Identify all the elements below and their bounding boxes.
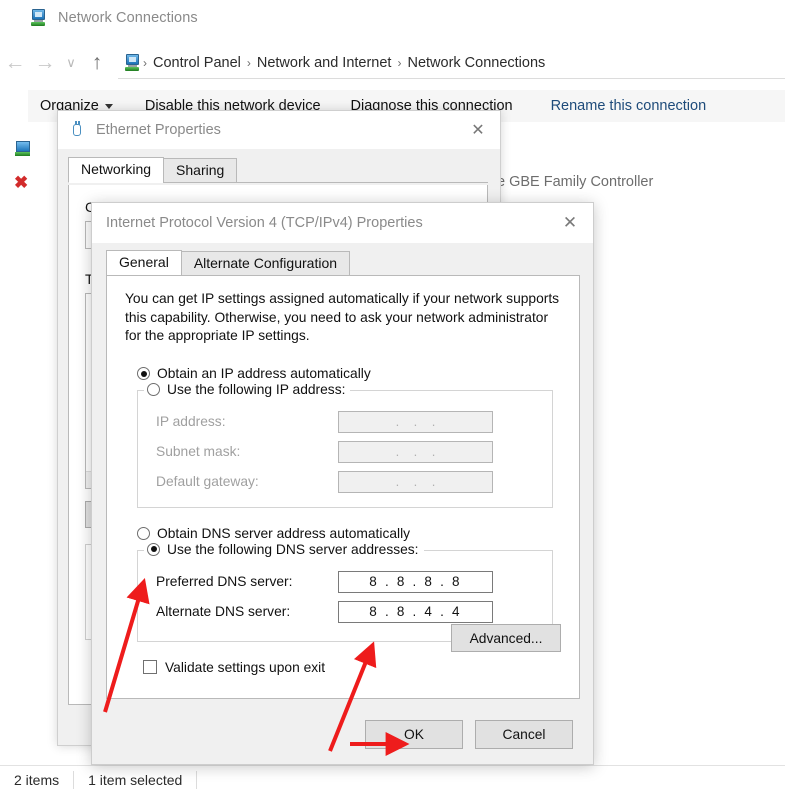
status-bar: 2 items 1 item selected (0, 765, 785, 794)
ipv4-properties-dialog: Internet Protocol Version 4 (TCP/IPv4) P… (91, 202, 594, 765)
recent-locations-icon[interactable]: ∨ (60, 56, 82, 69)
ipv4-dialog-tabs: General Alternate Configuration (106, 249, 580, 276)
navigation-bar: ← → ∨ ↑ › Control Panel › Network and In… (0, 40, 785, 85)
alternate-dns-label: Alternate DNS server: (156, 604, 291, 619)
default-gateway-row: Default gateway: . . . (138, 467, 552, 497)
use-following-ip-radio[interactable] (147, 382, 160, 396)
cancel-button[interactable]: Cancel (475, 719, 573, 749)
use-following-ip-label: Use the following IP address: (167, 381, 346, 397)
back-icon[interactable]: ← (0, 52, 30, 73)
validate-settings-checkbox[interactable] (143, 660, 157, 674)
ip-address-input[interactable]: . . . (338, 410, 493, 433)
up-icon[interactable]: ↑ (82, 52, 112, 73)
validate-settings-option[interactable]: Validate settings upon exit (143, 660, 561, 675)
use-following-dns-label: Use the following DNS server addresses: (167, 541, 419, 557)
tab-alternate-configuration[interactable]: Alternate Configuration (180, 251, 351, 276)
ipv4-dialog-footer: OK Cancel (92, 704, 593, 764)
breadcrumb[interactable]: › Control Panel › Network and Internet ›… (118, 46, 785, 79)
subnet-mask-row: Subnet mask: . . . (138, 437, 552, 467)
tab-networking[interactable]: Networking (68, 157, 165, 183)
list-item[interactable]: ✖ (14, 174, 34, 194)
preferred-dns-input[interactable]: 8 . 8 . 8 . 8 (338, 570, 493, 593)
ethernet-dialog-tabs: Networking Sharing (68, 157, 488, 183)
list-item[interactable] (14, 140, 34, 160)
close-icon[interactable]: ✕ (547, 203, 593, 243)
ethernet-dialog-title: Ethernet Properties (96, 122, 221, 138)
preferred-dns-row: Preferred DNS server: 8 . 8 . 8 . 8 (138, 567, 552, 597)
breadcrumb-network-connections-icon (124, 53, 142, 72)
subnet-mask-label: Subnet mask: (156, 444, 241, 459)
breadcrumb-item-network-connections[interactable]: Network Connections (402, 55, 550, 71)
obtain-dns-automatically-radio[interactable] (137, 527, 150, 540)
breadcrumb-item-control-panel[interactable]: Control Panel (148, 55, 246, 71)
obtain-ip-automatically-radio[interactable] (137, 367, 150, 380)
intro-text: You can get IP settings assigned automat… (125, 291, 560, 343)
disconnected-icon: ✖ (14, 173, 29, 192)
ipv4-dialog-title: Internet Protocol Version 4 (TCP/IPv4) P… (106, 215, 423, 231)
ethernet-dialog-title-bar: Ethernet Properties ✕ (58, 111, 500, 149)
status-selection: 1 item selected (73, 771, 198, 789)
ipv4-dialog-title-bar: Internet Protocol Version 4 (TCP/IPv4) P… (92, 203, 593, 243)
connections-list: ✖ (14, 140, 48, 210)
breadcrumb-item-network-and-internet[interactable]: Network and Internet (252, 55, 397, 71)
manual-ip-group: Use the following IP address: IP address… (137, 381, 553, 508)
explorer-window-title: Network Connections (58, 10, 198, 26)
ok-button[interactable]: OK (365, 719, 463, 749)
advanced-button[interactable]: Advanced... (451, 624, 561, 652)
alternate-dns-row: Alternate DNS server: 8 . 8 . 4 . 4 (138, 597, 552, 627)
use-following-ip-option[interactable]: Use the following IP address: (144, 381, 351, 397)
close-icon[interactable]: ✕ (456, 111, 500, 149)
network-connections-icon (30, 9, 48, 27)
ip-address-label: IP address: (156, 414, 226, 429)
ip-address-row: IP address: . . . (138, 407, 552, 437)
obtain-dns-automatically-label: Obtain DNS server address automatically (157, 526, 411, 541)
rename-connection-button[interactable]: Rename this connection (551, 98, 707, 114)
subnet-mask-input[interactable]: . . . (338, 440, 493, 463)
use-following-dns-radio[interactable] (147, 542, 160, 556)
validate-settings-label: Validate settings upon exit (165, 659, 326, 675)
preferred-dns-label: Preferred DNS server: (156, 574, 293, 589)
explorer-title-bar: Network Connections (0, 0, 785, 36)
use-following-dns-option[interactable]: Use the following DNS server addresses: (144, 541, 424, 557)
adapter-name-label: e GBE Family Controller (497, 174, 654, 190)
alternate-dns-input[interactable]: 8 . 8 . 4 . 4 (338, 600, 493, 623)
tab-sharing[interactable]: Sharing (163, 158, 238, 183)
caret-down-icon[interactable] (104, 103, 113, 109)
forward-icon[interactable]: → (30, 52, 60, 73)
ipv4-dialog-body: You can get IP settings assigned automat… (106, 275, 580, 699)
default-gateway-label: Default gateway: (156, 474, 259, 489)
obtain-ip-automatically-label: Obtain an IP address automatically (157, 366, 371, 381)
tab-general[interactable]: General (106, 250, 182, 276)
default-gateway-input[interactable]: . . . (338, 470, 493, 493)
status-item-count: 2 items (14, 772, 60, 788)
network-plug-icon (70, 121, 84, 139)
